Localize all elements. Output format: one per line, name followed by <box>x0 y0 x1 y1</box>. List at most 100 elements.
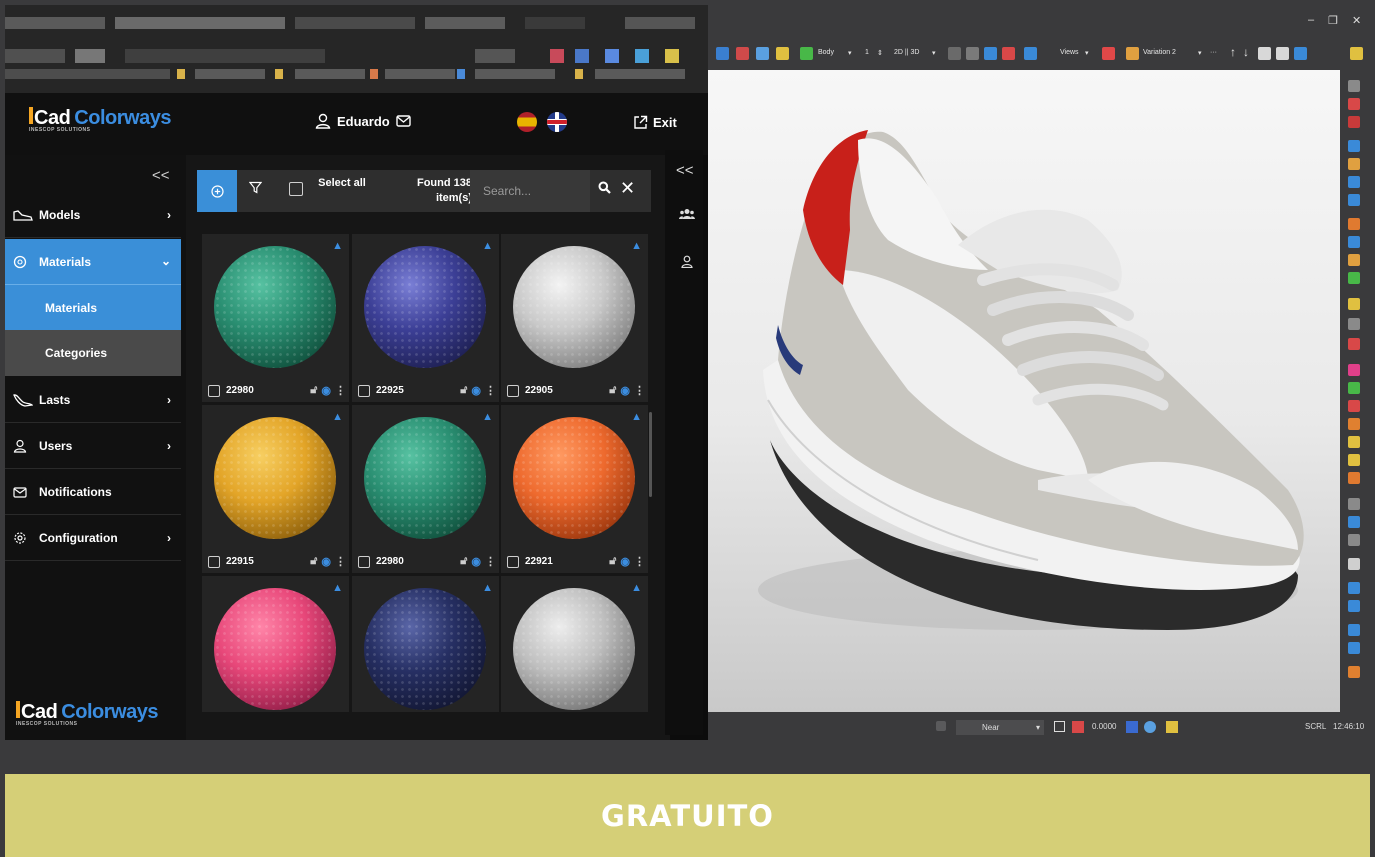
material-card[interactable]: ▲ <box>352 576 499 712</box>
lock-icon[interactable]: 🔓︎ <box>310 555 317 568</box>
layer-number[interactable]: 1 <box>865 49 869 56</box>
toolbar-tool-icon[interactable] <box>1294 47 1307 60</box>
toolbar-tool-icon[interactable] <box>948 47 961 60</box>
more-options-icon[interactable]: ⋮ <box>485 555 496 568</box>
material-checkbox[interactable] <box>358 384 370 397</box>
warning-icon[interactable]: ▲ <box>332 582 343 594</box>
sidebar-subitem-materials[interactable]: Materials <box>5 284 181 330</box>
select-all-checkbox[interactable] <box>289 182 303 196</box>
search-input[interactable] <box>470 170 590 212</box>
body-select[interactable]: Body <box>818 49 834 56</box>
tool-icon[interactable] <box>1348 516 1360 528</box>
warning-icon[interactable]: ▲ <box>631 582 642 594</box>
tool-icon[interactable] <box>1348 236 1360 248</box>
more-icon[interactable]: ··· <box>1210 49 1217 56</box>
mail-icon[interactable] <box>396 115 411 127</box>
tool-icon[interactable] <box>1348 80 1360 92</box>
arrow-down-icon[interactable]: ↓ <box>1243 45 1249 59</box>
add-material-button[interactable] <box>197 170 237 212</box>
toolbar-tool-icon[interactable] <box>984 47 997 60</box>
tool-icon[interactable] <box>1348 582 1360 594</box>
filter-icon[interactable] <box>248 181 263 197</box>
snap-select[interactable]: Near ▾ <box>956 720 1044 735</box>
exit-button[interactable]: Exit <box>633 115 677 130</box>
tool-icon[interactable] <box>1348 364 1360 376</box>
sidebar-item-models[interactable]: Models › <box>5 193 181 238</box>
views-select[interactable]: Views <box>1060 49 1079 56</box>
material-checkbox[interactable] <box>507 384 519 397</box>
warning-icon[interactable]: ▲ <box>332 240 343 252</box>
warning-icon[interactable]: ▲ <box>482 240 493 252</box>
sidebar-item-materials[interactable]: Materials ⌄ <box>5 239 181 284</box>
toolbar-tool-icon[interactable] <box>966 47 979 60</box>
search-icon[interactable] <box>598 181 611 197</box>
lock-icon[interactable] <box>1348 666 1360 678</box>
view-mode-select[interactable]: 2D || 3D <box>894 49 919 56</box>
user-menu[interactable]: Eduardo <box>315 113 411 129</box>
tool-icon[interactable] <box>1348 498 1360 510</box>
tool-icon[interactable] <box>1348 272 1360 284</box>
tool-icon[interactable] <box>1348 98 1360 110</box>
tool-icon[interactable] <box>1348 254 1360 266</box>
tool-icon[interactable] <box>1348 158 1360 170</box>
toolbar-tool-icon[interactable] <box>776 47 789 60</box>
dropdown-arrow-icon[interactable]: ▾ <box>1198 49 1202 57</box>
warning-icon[interactable]: ▲ <box>332 411 343 423</box>
more-options-icon[interactable]: ⋮ <box>485 384 496 397</box>
uk-flag-icon[interactable] <box>547 112 567 132</box>
tool-icon[interactable] <box>1348 298 1360 310</box>
material-card[interactable]: ▲ 22925 🔓︎ ◉ ⋮ <box>352 234 499 402</box>
more-options-icon[interactable]: ⋮ <box>335 555 346 568</box>
toolbar-tool-icon[interactable] <box>736 47 749 60</box>
variation-select[interactable]: Variation 2 <box>1143 49 1176 56</box>
toolbar-tool-icon[interactable] <box>1002 47 1015 60</box>
status-tool-icon[interactable] <box>1166 721 1178 733</box>
spanish-flag-icon[interactable] <box>517 112 537 132</box>
sidebar-item-notifications[interactable]: Notifications <box>5 470 181 515</box>
toolbar-tool-icon[interactable] <box>756 47 769 60</box>
more-options-icon[interactable]: ⋮ <box>335 384 346 397</box>
arrow-up-icon[interactable]: ↑ <box>1230 45 1236 59</box>
tool-icon[interactable] <box>1348 624 1360 636</box>
material-checkbox[interactable] <box>507 555 519 568</box>
sidebar-item-users[interactable]: Users › <box>5 424 181 469</box>
toolbar-tool-icon[interactable] <box>1258 47 1271 60</box>
material-checkbox[interactable] <box>208 384 220 397</box>
toolbar-tool-icon[interactable] <box>1024 47 1037 60</box>
toolbar-tool-icon[interactable] <box>1102 47 1115 60</box>
status-tool-icon[interactable] <box>1144 721 1156 733</box>
users-group-icon[interactable] <box>679 208 695 223</box>
lock-icon[interactable]: 🔓︎ <box>460 555 467 568</box>
tool-icon[interactable] <box>1348 140 1360 152</box>
tool-icon[interactable] <box>1348 558 1360 570</box>
eye-icon[interactable]: ◉ <box>321 555 331 568</box>
tool-icon[interactable] <box>1348 534 1360 546</box>
eye-icon[interactable]: ◉ <box>620 384 630 397</box>
more-options-icon[interactable]: ⋮ <box>634 555 645 568</box>
warning-icon[interactable]: ▲ <box>482 411 493 423</box>
dropdown-arrow-icon[interactable]: ▾ <box>1036 720 1040 735</box>
material-checkbox[interactable] <box>208 555 220 568</box>
eye-icon[interactable]: ◉ <box>321 384 331 397</box>
tool-icon[interactable] <box>1348 318 1360 330</box>
collapse-sidebar-icon[interactable]: << <box>152 167 170 184</box>
tool-icon[interactable] <box>1348 176 1360 188</box>
eye-icon[interactable]: ◉ <box>620 555 630 568</box>
eye-icon[interactable]: ◉ <box>471 384 481 397</box>
material-card[interactable]: ▲ 22980 🔓︎ ◉ ⋮ <box>202 234 349 402</box>
restore-icon[interactable]: ❐ <box>1328 14 1338 27</box>
material-checkbox[interactable] <box>358 555 370 568</box>
tool-icon[interactable] <box>1348 418 1360 430</box>
tool-icon[interactable] <box>1348 436 1360 448</box>
tool-icon[interactable] <box>1348 472 1360 484</box>
toolbar-tool-icon[interactable] <box>716 47 729 60</box>
tool-icon[interactable] <box>1348 116 1360 128</box>
lock-icon[interactable]: 🔓︎ <box>310 384 317 397</box>
tool-icon[interactable] <box>1348 600 1360 612</box>
user-icon[interactable] <box>681 255 693 271</box>
material-card[interactable]: ▲ 22921 🔓︎ ◉ ⋮ <box>501 405 648 573</box>
grid-scrollbar[interactable] <box>649 412 652 497</box>
measure-icon[interactable] <box>1072 721 1084 733</box>
sidebar-item-lasts[interactable]: Lasts › <box>5 378 181 423</box>
toolbar-tool-icon[interactable] <box>800 47 813 60</box>
